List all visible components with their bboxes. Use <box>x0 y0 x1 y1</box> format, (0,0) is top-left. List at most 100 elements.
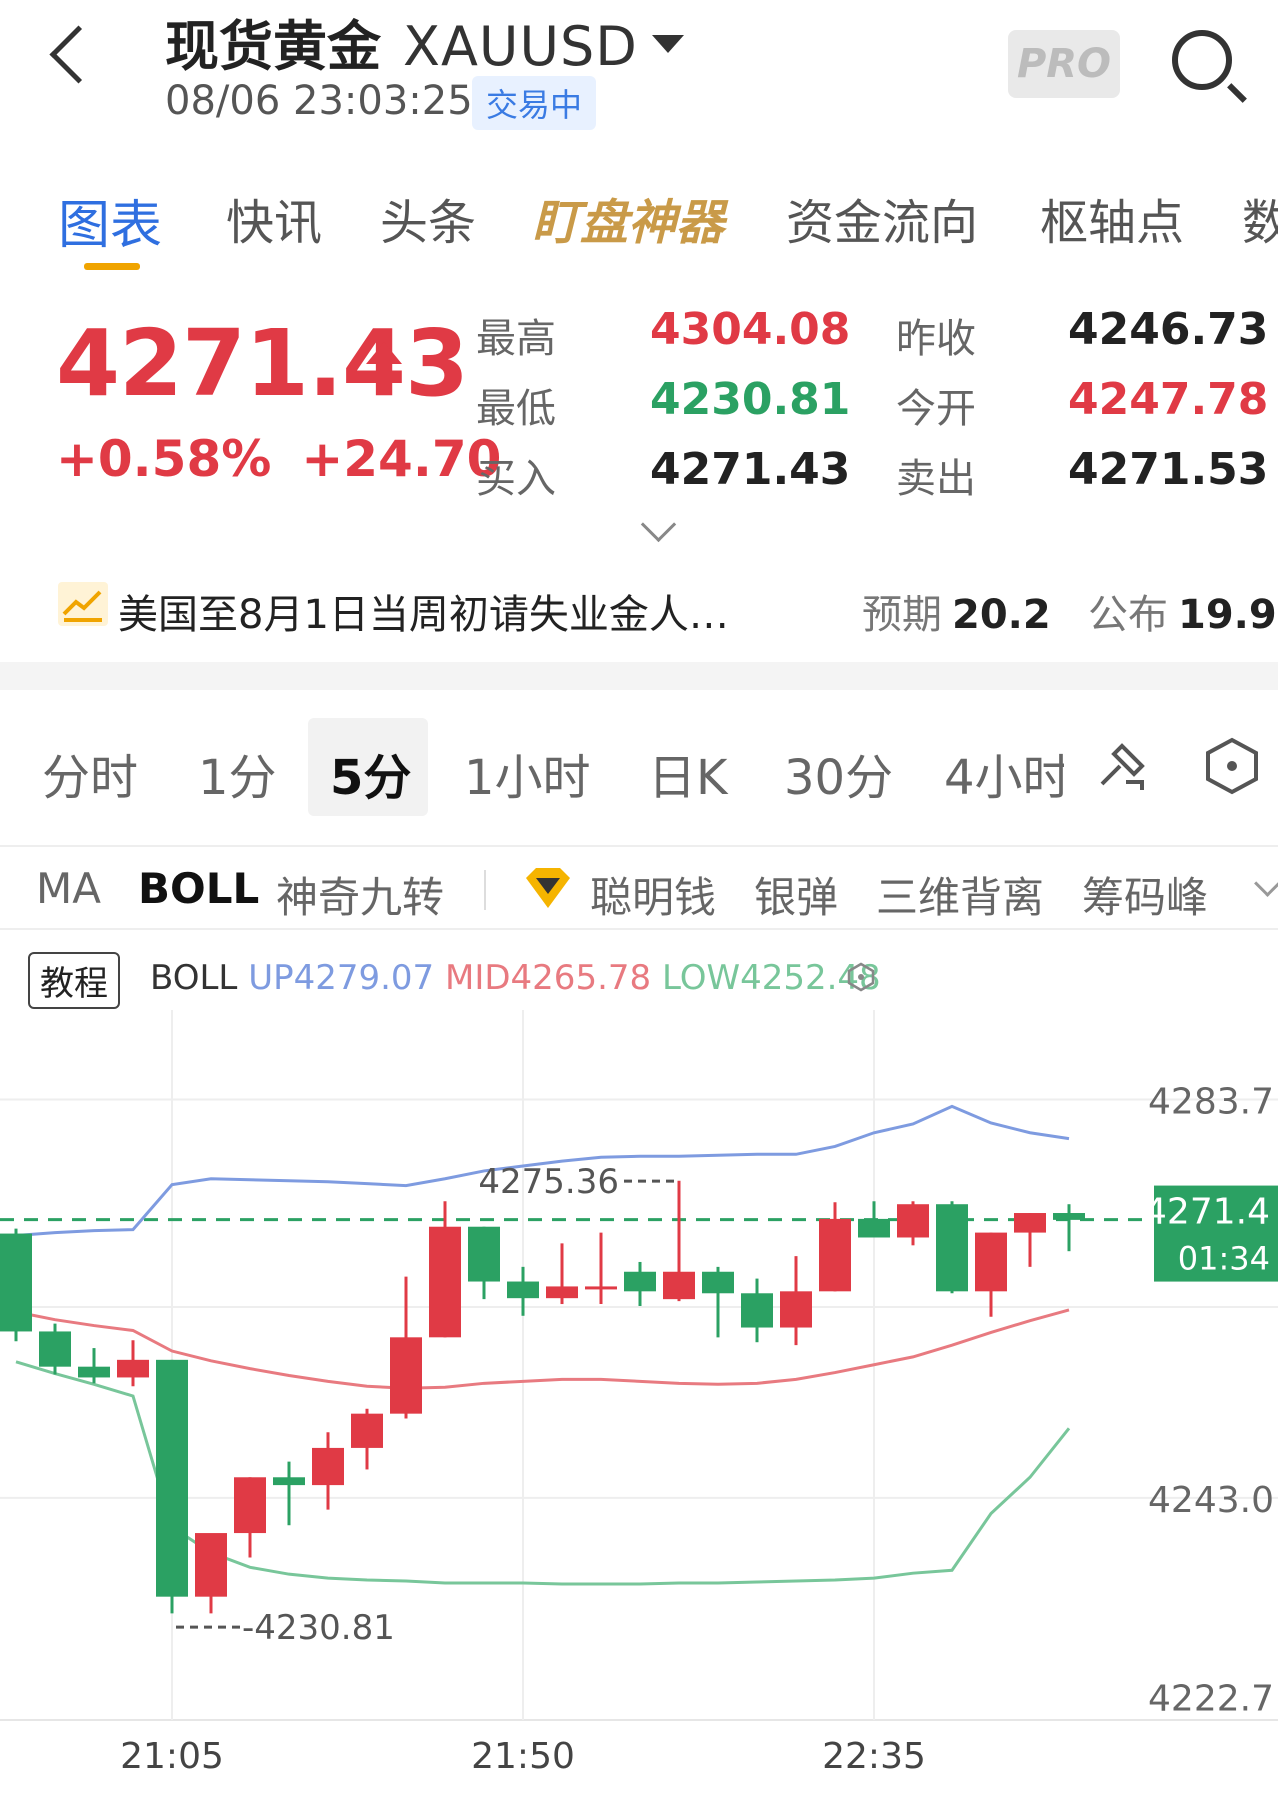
candle-body <box>117 1359 149 1378</box>
candle-body <box>468 1226 500 1282</box>
period-daily[interactable]: 日K <box>648 738 727 808</box>
forecast: 预期 20.2 <box>862 582 1051 640</box>
candle-body <box>312 1447 344 1486</box>
dropdown-caret-icon[interactable] <box>651 35 684 54</box>
candle-body <box>429 1226 461 1338</box>
ask-value: 4271.53 <box>1068 444 1269 495</box>
divider <box>0 928 1278 930</box>
candle-body <box>234 1477 266 1534</box>
price-change: +0.58% +24.70 <box>56 430 501 488</box>
candle-body <box>780 1291 812 1328</box>
candle-body <box>624 1271 656 1292</box>
period-5min[interactable]: 5分 <box>330 738 411 808</box>
tab-data[interactable]: 数 <box>1242 183 1278 253</box>
period-timeshare[interactable]: 分时 <box>42 738 138 808</box>
candle-body <box>195 1533 227 1597</box>
actual-value: 19.9 <box>1178 592 1277 638</box>
tab-fund-flow[interactable]: 资金流向 <box>786 183 978 253</box>
boll-name: BOLL <box>150 958 238 998</box>
candle-body <box>975 1232 1007 1292</box>
indicator-3d-divergence[interactable]: 三维背离 <box>876 864 1044 925</box>
high-label: 最高 <box>476 316 556 362</box>
change-percent: +0.58% <box>56 430 272 488</box>
price-up-arrow-stem <box>377 362 391 384</box>
indicator-boll[interactable]: BOLL <box>138 864 259 913</box>
candle-body <box>273 1477 305 1486</box>
bid-value: 4271.43 <box>650 444 851 495</box>
expand-chevron-icon[interactable] <box>640 506 677 543</box>
y-axis-tick-label: 4243.0 <box>1148 1480 1274 1521</box>
ask-label: 卖出 <box>896 456 976 502</box>
tab-chart[interactable]: 图表 <box>58 183 162 258</box>
period-1min[interactable]: 1分 <box>198 738 277 808</box>
x-axis-tick-label: 21:50 <box>471 1736 575 1777</box>
bar-countdown-label: 01:34 <box>1178 1240 1270 1278</box>
low-label: 最低 <box>476 386 556 432</box>
economic-data-icon <box>58 582 108 626</box>
instrument-title[interactable]: 现货黄金 XAUUSD <box>165 2 684 81</box>
chart-settings-hex-icon[interactable] <box>1204 736 1260 800</box>
chart-labels: 4283.7 4243.0 4222.7 21:05 21:50 22:35 4275.36… <box>120 1081 1278 1777</box>
candle-body <box>0 1233 32 1332</box>
actual-label: 公布 <box>1088 592 1168 638</box>
candle-body <box>156 1359 188 1597</box>
tutorial-button[interactable]: 教程 <box>28 952 120 1009</box>
indicator-chip-peak[interactable]: 筹码峰 <box>1082 864 1208 925</box>
indicator-divider <box>484 870 486 910</box>
search-icon[interactable] <box>1172 30 1232 90</box>
candle-body <box>702 1271 734 1294</box>
candlestick-chart[interactable]: 4283.7 4243.0 4222.7 21:05 21:50 22:35 4275.36… <box>0 1010 1278 1797</box>
y-axis-tick-label: 4222.7 <box>1148 1679 1274 1720</box>
back-arrow-icon[interactable] <box>49 25 108 84</box>
price-up-arrow-icon <box>366 342 402 364</box>
instrument-code: XAUUSD <box>403 15 638 78</box>
indicator-smart-money[interactable]: 聪明钱 <box>590 864 716 925</box>
forecast-label: 预期 <box>862 592 942 638</box>
trading-status-badge: 交易中 <box>472 76 597 130</box>
section-divider <box>0 662 1278 690</box>
boll-mid: MID4265.78 <box>445 958 652 998</box>
bid-label: 买入 <box>476 456 556 502</box>
last-price: 4271.43 <box>56 310 469 417</box>
candle-body <box>507 1281 539 1299</box>
period-4hour[interactable]: 4小时 <box>944 738 1064 808</box>
prev-close-label: 昨收 <box>896 316 976 362</box>
candles <box>0 1180 1085 1614</box>
tab-watch-tool[interactable]: 盯盘神器 <box>532 183 724 253</box>
divider <box>0 845 1278 847</box>
tab-flash-news[interactable]: 快讯 <box>226 183 322 253</box>
diamond-icon <box>522 866 574 916</box>
indicator-td9[interactable]: 神奇九转 <box>276 864 444 925</box>
session-high-label: 4275.36 <box>478 1162 619 1202</box>
change-absolute: +24.70 <box>301 430 502 488</box>
indicator-ma[interactable]: MA <box>36 864 101 913</box>
boll-values: BOLL UP4279.07 MID4265.78 LOW4252.48 <box>150 958 881 998</box>
candle-body <box>858 1218 890 1238</box>
pro-button[interactable]: PRO <box>1008 30 1120 98</box>
indicator-silver-bullet[interactable]: 银弹 <box>754 864 838 925</box>
candle-body <box>39 1331 71 1367</box>
candle-body <box>546 1286 578 1299</box>
candle-body <box>1014 1213 1046 1233</box>
tab-headlines[interactable]: 头条 <box>380 183 476 253</box>
candle-body <box>936 1204 968 1292</box>
drawing-tool-icon[interactable] <box>1092 736 1152 800</box>
economic-event-title[interactable]: 美国至8月1日当周初请失业金人… <box>118 582 729 640</box>
instrument-name: 现货黄金 <box>165 15 381 78</box>
y-axis-tick-label: 4283.7 <box>1148 1081 1274 1122</box>
candle-body <box>585 1286 617 1290</box>
period-1hour[interactable]: 1小时 <box>464 738 591 808</box>
session-low-label: -4230.81 <box>242 1608 395 1648</box>
x-axis-tick-label: 22:35 <box>822 1736 926 1777</box>
prev-close-value: 4246.73 <box>1068 304 1269 355</box>
open-label: 今开 <box>896 386 976 432</box>
tab-pivot-points[interactable]: 枢轴点 <box>1040 183 1184 253</box>
indicator-expand-icon[interactable] <box>1254 870 1278 897</box>
open-value: 4247.78 <box>1068 374 1269 425</box>
candle-body <box>741 1293 773 1328</box>
boll-up: UP4279.07 <box>248 958 435 998</box>
candle-body <box>78 1366 110 1378</box>
candle-body <box>1053 1213 1085 1220</box>
period-30min[interactable]: 30分 <box>784 738 893 808</box>
boll-settings-hex-icon[interactable] <box>846 962 876 996</box>
